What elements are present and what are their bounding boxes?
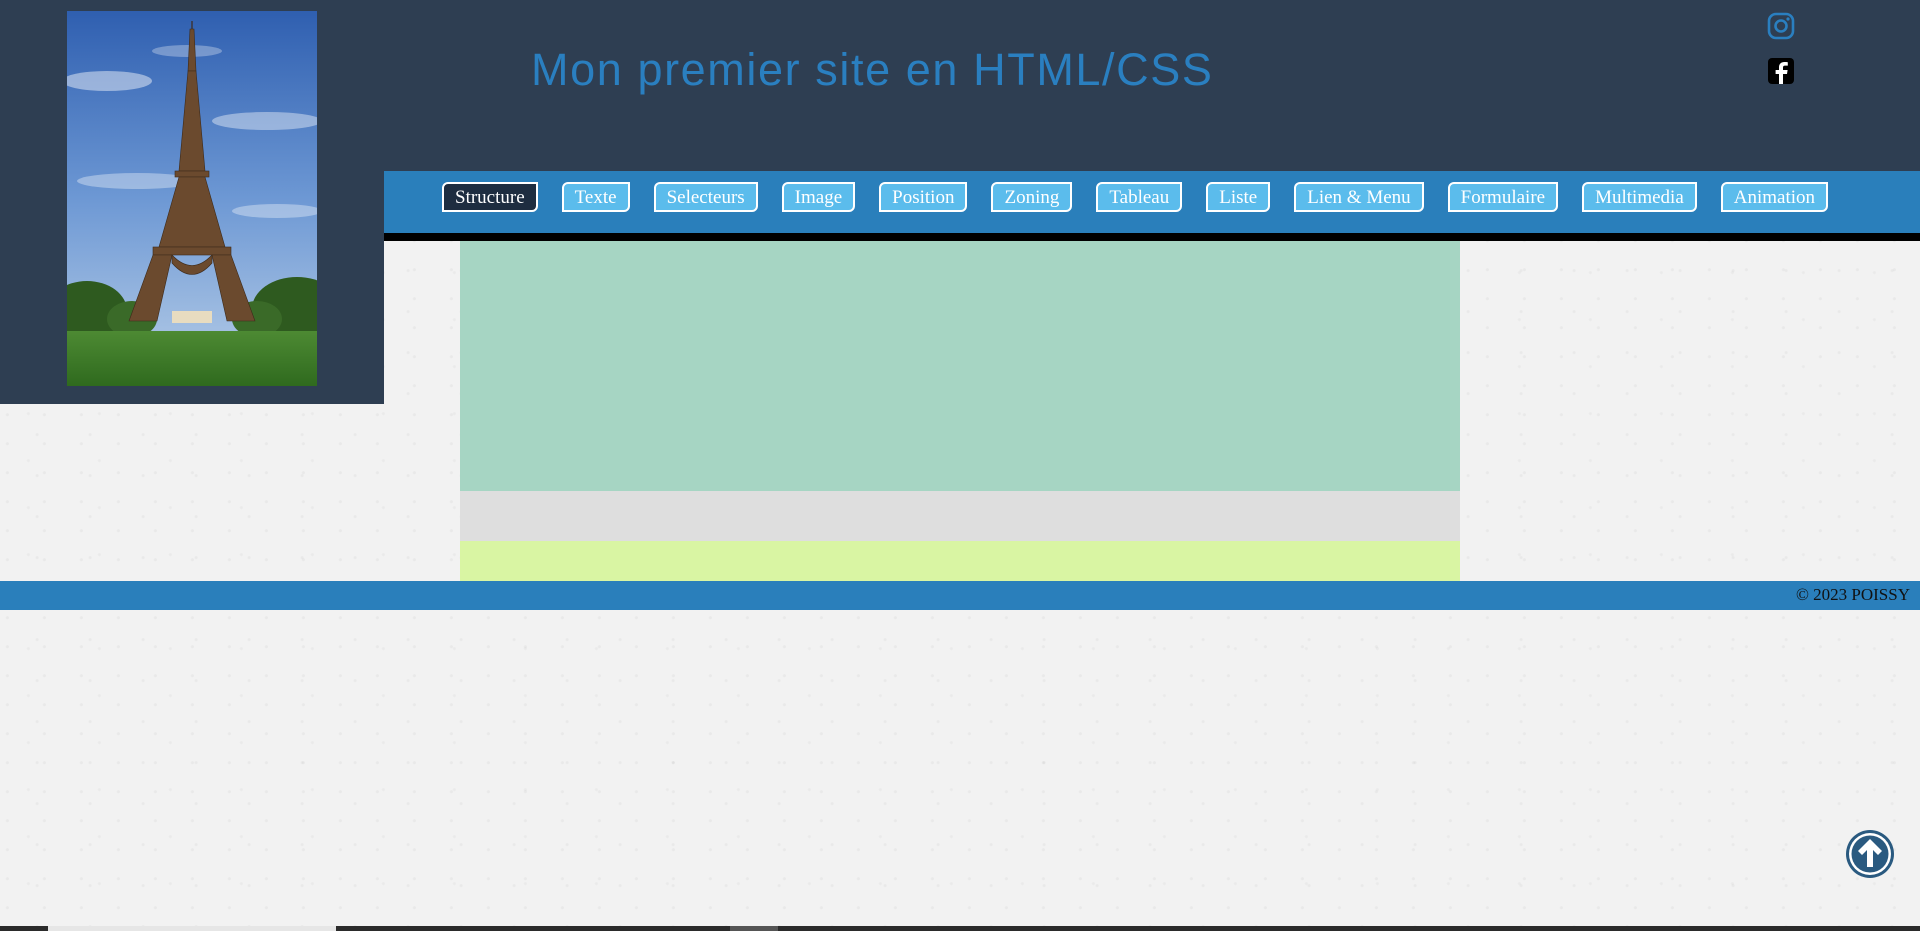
facebook-icon[interactable]	[1766, 56, 1796, 86]
nav-item-liste[interactable]: Liste	[1206, 182, 1271, 212]
site-title: Mon premier site en HTML/CSS	[531, 44, 1214, 95]
nav-item-animation[interactable]: Animation	[1720, 182, 1829, 212]
bottom-strip	[0, 926, 1920, 931]
nav-item-lien-menu[interactable]: Lien & Menu	[1294, 182, 1424, 212]
nav-item-multimedia[interactable]: Multimedia	[1582, 182, 1697, 212]
nav-item-image[interactable]: Image	[781, 182, 856, 212]
arrow-up-circle-icon[interactable]	[1845, 829, 1895, 879]
nav-item-texte[interactable]: Texte	[561, 182, 630, 212]
instagram-icon[interactable]	[1766, 11, 1796, 41]
nav-list: Structure Texte Selecteurs Image Positio…	[442, 182, 1852, 212]
content-section-secondary	[460, 491, 1460, 541]
footer-copyright: © 2023 POISSY	[1796, 585, 1910, 604]
eiffel-tower-image	[67, 11, 317, 386]
strip-segment	[730, 926, 778, 931]
content-section-main	[460, 241, 1460, 491]
content-section-tertiary	[460, 541, 1460, 581]
site-footer: © 2023 POISSY	[0, 581, 1920, 610]
nav-item-selecteurs[interactable]: Selecteurs	[653, 182, 758, 212]
nav-item-structure[interactable]: Structure	[442, 182, 538, 212]
strip-segment	[48, 926, 336, 931]
nav-item-position[interactable]: Position	[879, 182, 968, 212]
nav-item-tableau[interactable]: Tableau	[1096, 182, 1183, 212]
nav-item-formulaire[interactable]: Formulaire	[1447, 182, 1559, 212]
nav-item-zoning[interactable]: Zoning	[991, 182, 1073, 212]
main-nav: Structure Texte Selecteurs Image Positio…	[384, 171, 1920, 241]
